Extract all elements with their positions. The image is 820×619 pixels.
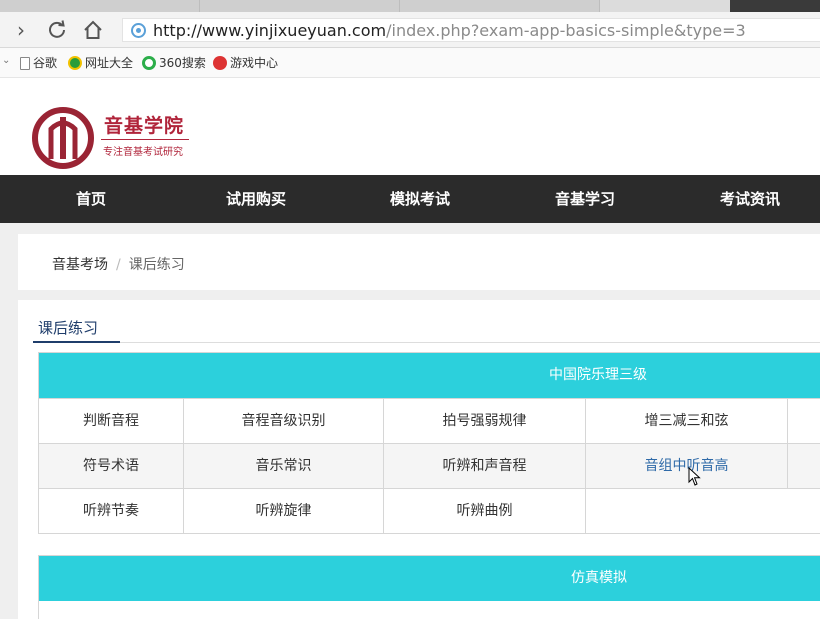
page-icon xyxy=(20,57,30,70)
table-cell xyxy=(788,444,820,489)
nav-home[interactable]: 首页 xyxy=(26,175,156,223)
table-cell-empty xyxy=(586,489,820,534)
bookmark-google[interactable]: 谷歌 xyxy=(20,55,57,71)
breadcrumb-current: 课后练习 xyxy=(128,257,185,273)
exercise-link-hovered[interactable]: 音组中听音高 xyxy=(586,444,788,489)
exercise-link[interactable]: 判断音程 xyxy=(39,399,184,444)
section-title: 课后练习 xyxy=(38,319,99,337)
chevron-down-icon[interactable]: ⌄ xyxy=(2,55,10,66)
bookmark-games[interactable]: 游戏中心 xyxy=(213,55,278,71)
plus-circle-icon xyxy=(68,56,82,70)
table-header: 中国院乐理三级 xyxy=(39,353,820,398)
main-nav: 首页 试用购买 模拟考试 音基学习 考试资讯 xyxy=(0,175,820,223)
breadcrumb-root[interactable]: 音基考场 xyxy=(52,257,108,273)
table-header: 仿真模拟 xyxy=(39,556,820,601)
site-security-icon[interactable] xyxy=(131,23,146,38)
nav-purchase[interactable]: 试用购买 xyxy=(191,175,321,223)
exercise-table: 中国院乐理三级 判断音程 音程音级识别 拍号强弱规律 增三减三和弦 符号术语 音… xyxy=(38,352,820,534)
address-bar: › http://www.yinjixueyuan.com/index.php?… xyxy=(0,12,820,48)
mouse-cursor-icon xyxy=(688,467,701,486)
site-logo[interactable] xyxy=(32,107,94,169)
ring-icon xyxy=(142,56,156,70)
exercise-link[interactable]: 音乐常识 xyxy=(184,444,384,489)
brand-divider xyxy=(101,139,189,140)
section-rule xyxy=(33,342,820,343)
brand-subtitle: 专注音基考试研究 xyxy=(103,147,183,158)
browser-tab[interactable] xyxy=(400,0,600,12)
breadcrumb-separator: / xyxy=(116,257,121,273)
bookmark-360[interactable]: 360搜索 xyxy=(142,55,206,71)
table-row: 判断音程 音程音级识别 拍号强弱规律 增三减三和弦 xyxy=(39,398,820,444)
exercise-link[interactable]: 拍号强弱规律 xyxy=(384,399,586,444)
table-row: 符号术语 音乐常识 听辨和声音程 音组中听音高 xyxy=(39,443,820,489)
bookmarks-bar: ⌄ 谷歌 网址大全 360搜索 游戏中心 xyxy=(0,48,820,78)
section-underline xyxy=(33,341,120,343)
bookmark-wangzhi[interactable]: 网址大全 xyxy=(68,55,133,71)
exercise-link[interactable]: 增三减三和弦 xyxy=(586,399,788,444)
breadcrumb: 音基考场 / 课后练习 xyxy=(52,254,185,274)
reload-icon[interactable] xyxy=(44,18,70,42)
url-input[interactable]: http://www.yinjixueyuan.com/index.php?ex… xyxy=(122,18,820,42)
table-cell xyxy=(788,399,820,444)
exercise-link[interactable]: 音程音级识别 xyxy=(184,399,384,444)
nav-mock-exam[interactable]: 模拟考试 xyxy=(355,175,485,223)
brand-name: 音基学院 xyxy=(104,115,185,137)
window-controls[interactable] xyxy=(730,0,820,12)
exercise-link[interactable]: 符号术语 xyxy=(39,444,184,489)
exercise-link[interactable]: 听辨节奏 xyxy=(39,489,184,534)
main-panel: 课后练习 中国院乐理三级 判断音程 音程音级识别 拍号强弱规律 增三减三和弦 符… xyxy=(18,300,820,619)
exercise-link[interactable]: 听辨和声音程 xyxy=(384,444,586,489)
game-icon xyxy=(213,56,227,70)
home-icon[interactable] xyxy=(80,18,106,42)
simulation-table: 仿真模拟 xyxy=(38,555,820,619)
table-row: 听辨节奏 听辨旋律 听辨曲例 xyxy=(39,488,820,534)
browser-tab-strip[interactable] xyxy=(0,0,820,12)
browser-tab[interactable] xyxy=(200,0,400,12)
exercise-link[interactable]: 听辨旋律 xyxy=(184,489,384,534)
nav-news[interactable]: 考试资讯 xyxy=(685,175,815,223)
exercise-link[interactable]: 听辨曲例 xyxy=(384,489,586,534)
browser-tab[interactable] xyxy=(0,0,200,12)
url-host: http://www.yinjixueyuan.com xyxy=(153,21,387,40)
breadcrumb-panel: 音基考场 / 课后练习 xyxy=(18,234,820,290)
url-path: /index.php?exam-app-basics-simple&type=3 xyxy=(386,21,746,40)
nav-learning[interactable]: 音基学习 xyxy=(520,175,650,223)
forward-icon[interactable]: › xyxy=(8,18,34,42)
site-header: 音基学院 专注音基考试研究 xyxy=(0,79,820,175)
